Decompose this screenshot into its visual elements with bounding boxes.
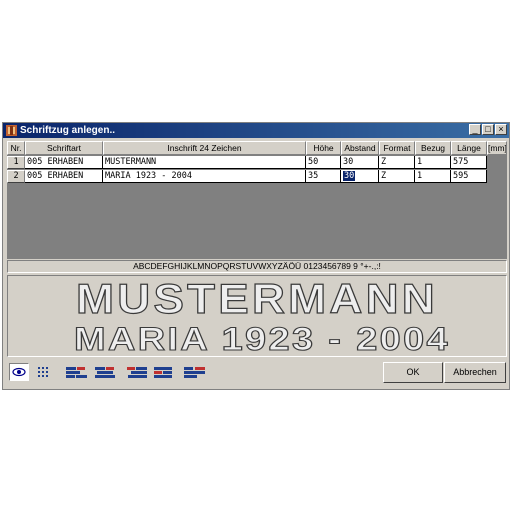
align-right-icon[interactable] [125, 366, 149, 380]
header-laenge[interactable]: Länge [451, 141, 487, 155]
distribute-icon[interactable] [183, 366, 207, 380]
ok-button[interactable]: OK [383, 362, 443, 383]
preview-line-2: MARIA 1923 - 2004 [74, 321, 450, 356]
minimize-button[interactable]: _ [469, 124, 481, 135]
cell-abstand[interactable]: 30 [341, 156, 379, 169]
app-icon [6, 125, 17, 136]
cell-hoehe[interactable]: 50 [306, 156, 341, 169]
charset-bar: ABCDEFGHIJKLMNOPQRSTUVWXYZÄÖÜ 0123456789… [7, 260, 507, 273]
cell-inschrift[interactable]: MARIA 1923 - 2004 [103, 170, 306, 183]
header-inschrift[interactable]: Inschrift 24 Zeichen [103, 141, 306, 155]
window-title: Schriftzug anlegen.. [20, 125, 116, 136]
lettering-preview: MUSTERMANN MARIA 1923 - 2004 [7, 275, 507, 357]
align-left-icon[interactable] [65, 366, 89, 380]
cell-bezug[interactable]: 1 [415, 170, 451, 183]
preview-canvas: MUSTERMANN MARIA 1923 - 2004 [73, 276, 450, 356]
row-number[interactable]: 2 [7, 170, 25, 183]
align-center-icon[interactable] [93, 366, 117, 380]
header-abstand[interactable]: Abstand [341, 141, 379, 155]
selected-value: 30 [343, 171, 356, 181]
cell-abstand-selected[interactable]: 30 [341, 170, 379, 183]
header-schriftart[interactable]: Schriftart [25, 141, 103, 155]
cancel-button[interactable]: Abbrechen [444, 362, 506, 383]
maximize-button[interactable]: □ [482, 124, 494, 135]
lettering-table: Nr. Schriftart Inschrift 24 Zeichen Höhe… [7, 141, 507, 259]
cell-laenge[interactable]: 575 [451, 156, 487, 169]
header-hoehe[interactable]: Höhe [306, 141, 341, 155]
header-bezug[interactable]: Bezug [415, 141, 451, 155]
cell-format[interactable]: Z [379, 156, 415, 169]
header-format[interactable]: Format [379, 141, 415, 155]
cell-laenge[interactable]: 595 [451, 170, 487, 183]
row-number[interactable]: 1 [7, 156, 25, 169]
dialog-window: Schriftzug anlegen.. _ □ × Nr. Schriftar… [2, 122, 510, 390]
header-unit: [mm] [487, 141, 507, 155]
cell-format[interactable]: Z [379, 170, 415, 183]
cell-hoehe[interactable]: 35 [306, 170, 341, 183]
cell-inschrift[interactable]: MUSTERMANN [103, 156, 306, 169]
preview-line-1: MUSTERMANN [76, 276, 438, 322]
cell-schriftart[interactable]: 005 ERHABEN [25, 170, 103, 183]
align-justify-icon[interactable] [153, 366, 173, 380]
cell-schriftart[interactable]: 005 ERHABEN [25, 156, 103, 169]
grid-dots-icon[interactable] [37, 366, 51, 380]
header-nr[interactable]: Nr. [7, 141, 25, 155]
close-button[interactable]: × [495, 124, 507, 135]
eye-icon[interactable] [9, 363, 29, 381]
cell-bezug[interactable]: 1 [415, 156, 451, 169]
title-bar[interactable]: Schriftzug anlegen.. _ □ × [3, 123, 509, 138]
